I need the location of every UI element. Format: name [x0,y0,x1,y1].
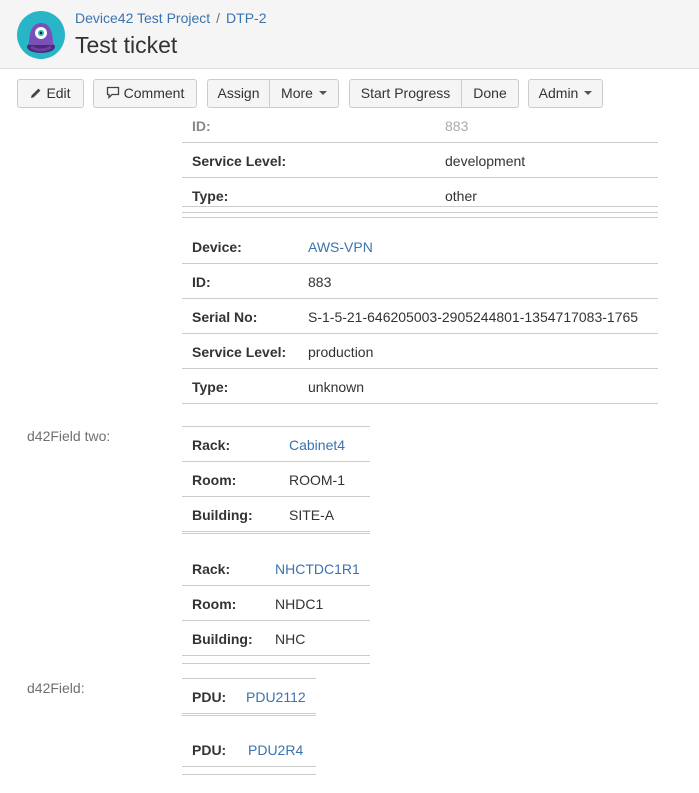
pencil-icon [31,88,41,98]
breadcrumb: Device42 Test Project / DTP-2 [75,10,266,26]
row-label: Rack: [192,561,231,577]
comment-icon [106,87,119,100]
row-label: ID: [192,274,211,290]
row-label: Building: [192,631,253,647]
row-label: Device: [192,239,242,255]
pdu-link[interactable]: PDU2R4 [248,742,303,758]
assign-button[interactable]: Assign [207,79,270,108]
field-label: d42Field two: [27,428,111,444]
row-label: Type: [192,379,229,395]
admin-button[interactable]: Admin [528,79,603,108]
table-separator [182,766,316,775]
table-row: Serial No: S-1-5-21-646205003-2905244801… [182,299,658,334]
row-value: ROOM-1 [289,472,345,488]
more-button-label: More [281,85,313,101]
row-value: NHDC1 [275,596,324,612]
row-value: other [445,188,477,204]
row-value: production [308,344,374,360]
done-button[interactable]: Done [462,79,519,108]
table-row: Rack: NHCTDC1R1 [182,551,370,586]
row-value: 883 [308,274,332,290]
table-row: PDU: PDU2112 [182,679,316,714]
table-row: Room: NHDC1 [182,586,370,621]
device-link[interactable]: AWS-VPN [308,239,373,255]
field-label: d42Field: [27,680,85,696]
row-label: Room: [192,596,237,612]
assign-button-label: Assign [217,85,260,101]
table-separator [182,533,370,539]
table-row: ID: 883 [182,119,658,143]
edit-button-label: Edit [46,85,71,101]
start-progress-button-label: Start Progress [360,85,451,101]
edit-button[interactable]: Edit [17,79,84,108]
breadcrumb-project-link[interactable]: Device42 Test Project [75,10,210,26]
table-separator [182,403,658,412]
row-value: 883 [445,119,469,134]
table-row: PDU: PDU2R4 [182,732,316,767]
breadcrumb-issue-link[interactable]: DTP-2 [226,10,266,26]
row-label: Rack: [192,437,231,453]
more-button[interactable]: More [270,79,339,108]
pdu-link[interactable]: PDU2112 [246,689,306,705]
issue-toolbar: Edit Comment Assign More Start Progress … [0,69,699,119]
done-button-label: Done [473,85,507,101]
row-value: S-1-5-21-646205003-2905244801-1354717083… [308,309,639,325]
rack-link[interactable]: NHCTDC1R1 [275,561,360,577]
issue-details-panel[interactable]: ID: 883 Service Level: development Type:… [0,119,699,793]
row-label: Type: [192,188,229,204]
row-label: Room: [192,472,237,488]
row-label: ID: [192,119,211,134]
table-separator [182,655,370,664]
breadcrumb-separator: / [216,10,221,26]
comment-button[interactable]: Comment [93,79,197,108]
admin-button-label: Admin [538,85,579,101]
row-value: development [445,153,526,169]
table-row: ID: 883 [182,264,658,299]
table-row: Building: NHC [182,621,370,656]
row-label: Serial No: [192,309,258,325]
table-row: Rack: Cabinet4 [182,427,370,462]
project-avatar-icon[interactable] [17,11,65,59]
chevron-down-icon [584,91,593,96]
chevron-down-icon [318,91,327,96]
row-value: SITE-A [289,507,335,523]
row-value: unknown [308,379,365,395]
issue-title[interactable]: Test ticket [75,32,177,59]
row-label: Service Level: [192,344,287,360]
table-row: Building: SITE-A [182,497,370,532]
table-row: Service Level: production [182,334,658,369]
table-row: Device: AWS-VPN [182,229,658,264]
row-label: PDU: [192,689,227,705]
row-label: PDU: [192,742,227,758]
rack-link[interactable]: Cabinet4 [289,437,345,453]
table-row: Service Level: development [182,143,658,178]
issue-header: Device42 Test Project / DTP-2 Test ticket [0,0,699,69]
row-value: NHC [275,631,306,647]
table-separator [182,206,658,218]
row-label: Service Level: [192,153,287,169]
start-progress-button[interactable]: Start Progress [349,79,462,108]
row-label: Building: [192,507,253,523]
table-row: Room: ROOM-1 [182,462,370,497]
table-separator [182,715,316,721]
table-row: Type: unknown [182,369,658,404]
comment-button-label: Comment [123,85,185,101]
